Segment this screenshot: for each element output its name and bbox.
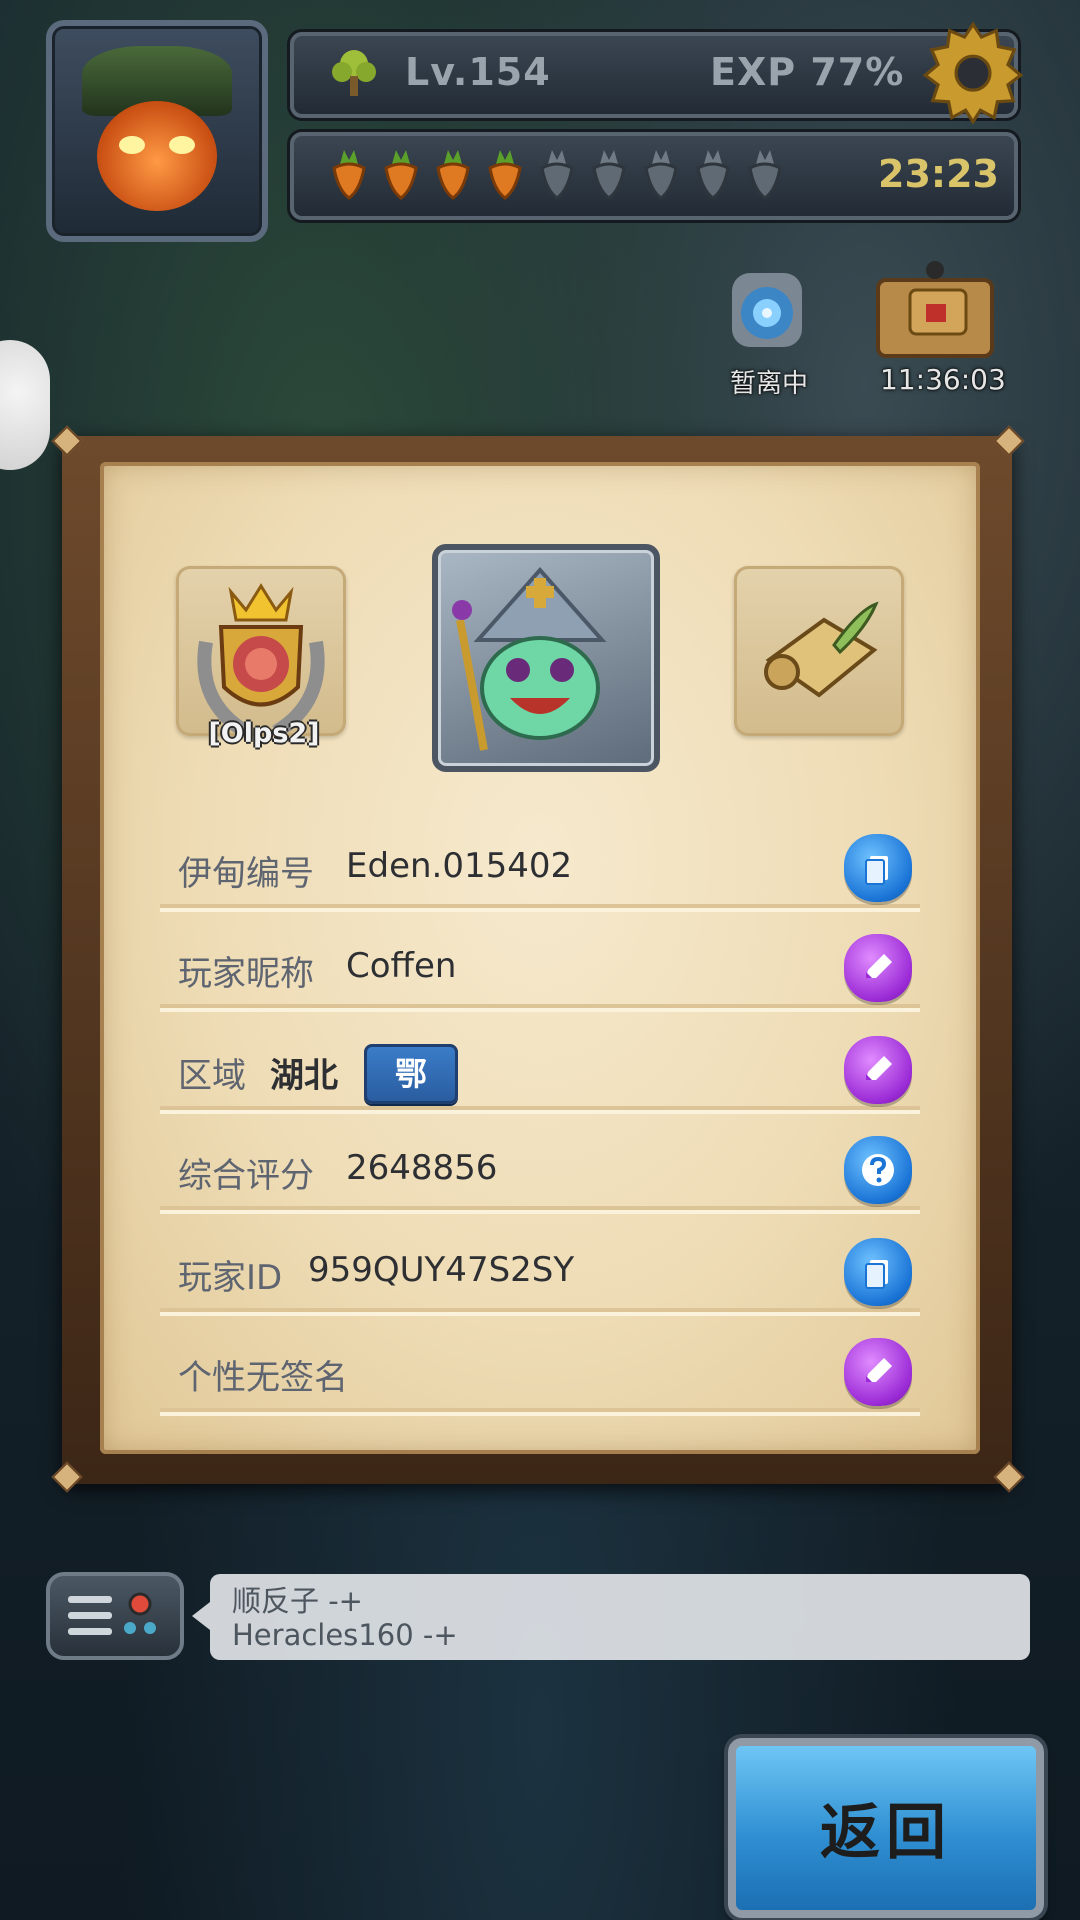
profile-row-value: 湖北 bbox=[270, 1056, 338, 1096]
panda-mascot-edge[interactable] bbox=[0, 340, 50, 470]
player-portrait[interactable] bbox=[432, 544, 660, 772]
edit-button[interactable] bbox=[844, 934, 912, 1002]
scroll-quill-icon[interactable] bbox=[754, 590, 889, 710]
guild-tag: [Olps2] bbox=[208, 718, 320, 749]
carrot-empty-icon bbox=[592, 150, 626, 200]
carrot-empty-icon bbox=[748, 150, 782, 200]
region-badge: 鄂 bbox=[364, 1044, 458, 1104]
gear-icon[interactable] bbox=[920, 18, 1026, 124]
profile-row-label: 玩家昵称 bbox=[178, 954, 314, 994]
copy-button[interactable] bbox=[844, 1238, 912, 1306]
exp-text: EXP 77% bbox=[710, 50, 905, 94]
pencil-icon bbox=[866, 954, 892, 978]
profile-row-value: 959QUY47S2SY bbox=[308, 1250, 575, 1290]
portal-icon[interactable] bbox=[722, 265, 812, 355]
profile-row: 玩家ID 959QUY47S2SY bbox=[160, 1236, 920, 1312]
pencil-icon bbox=[866, 1056, 892, 1080]
chest-timer: 11:36:03 bbox=[880, 363, 1006, 396]
away-status-label: 暂离中 bbox=[730, 369, 809, 399]
copy-icon bbox=[865, 856, 888, 885]
profile-row-label: 伊甸编号 bbox=[178, 854, 314, 894]
chat-menu-icon bbox=[68, 1592, 156, 1635]
carrot-empty-icon bbox=[644, 150, 678, 200]
green-wizard-icon bbox=[452, 566, 607, 751]
chat-message: Heracles160 -+ bbox=[232, 1618, 458, 1652]
pumpkin-face-icon bbox=[97, 101, 217, 211]
chat-box-tail bbox=[192, 1602, 210, 1630]
help-button[interactable] bbox=[844, 1136, 912, 1204]
profile-row: 综合评分 2648856 bbox=[160, 1134, 920, 1210]
profile-row-label: 综合评分 bbox=[178, 1156, 314, 1196]
carrot-full-icon bbox=[488, 150, 522, 200]
player-avatar[interactable] bbox=[46, 20, 268, 242]
profile-row-value: 2648856 bbox=[346, 1148, 498, 1188]
carrot-full-icon bbox=[436, 150, 470, 200]
carrot-full-icon bbox=[384, 150, 418, 200]
level-exp-bar bbox=[290, 32, 1018, 118]
chat-message: 顺反子 -+ bbox=[232, 1584, 363, 1618]
copy-icon bbox=[865, 1260, 888, 1289]
profile-row-value: Eden.015402 bbox=[346, 846, 573, 886]
carrot-full-icon bbox=[332, 150, 366, 200]
profile-row-value: Coffen bbox=[346, 946, 457, 986]
profile-row: 伊甸编号 Eden.015402 bbox=[160, 832, 920, 908]
pencil-icon bbox=[866, 1358, 892, 1382]
carrot-empty-icon bbox=[696, 150, 730, 200]
tree-icon bbox=[332, 50, 376, 96]
chat-button[interactable] bbox=[46, 1572, 184, 1660]
return-button-label: 返回 bbox=[820, 1798, 952, 1868]
carrot-empty-icon bbox=[540, 150, 574, 200]
profile-row: 区域 湖北鄂 bbox=[160, 1034, 920, 1110]
carrot-stamina-row bbox=[326, 146, 788, 200]
treasure-chest-icon[interactable] bbox=[870, 260, 1000, 360]
profile-row: 个性无签名 bbox=[160, 1336, 920, 1412]
profile-row: 玩家昵称 Coffen bbox=[160, 932, 920, 1008]
profile-row-label: 玩家ID bbox=[178, 1258, 283, 1298]
copy-button[interactable] bbox=[844, 834, 912, 902]
return-button[interactable]: 返回 bbox=[728, 1738, 1044, 1918]
profile-row-label: 个性无签名 bbox=[178, 1358, 348, 1398]
profile-row-label: 区域 bbox=[178, 1056, 246, 1096]
level-text: Lv.154 bbox=[405, 50, 551, 94]
question-icon bbox=[862, 1154, 894, 1186]
edit-button[interactable] bbox=[844, 1338, 912, 1406]
stamina-timer: 23:23 bbox=[878, 152, 999, 196]
edit-button[interactable] bbox=[844, 1036, 912, 1104]
